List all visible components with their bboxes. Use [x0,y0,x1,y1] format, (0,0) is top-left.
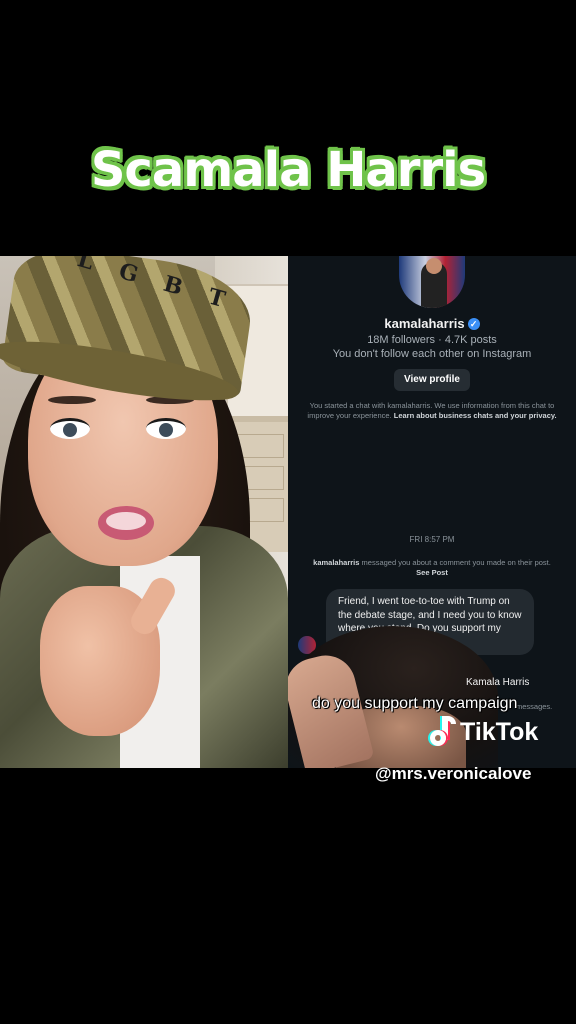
video-title-overlay: Scamala Harris [90,142,486,198]
tiktok-brand: TikTok [460,717,539,746]
profile-username[interactable]: kamalaharris ✓ [288,316,576,331]
verified-badge-icon: ✓ [467,318,480,330]
follow-status: You don't follow each other on Instagram [332,348,532,360]
context-text: messaged you about a comment you made on… [361,558,551,567]
mouth [98,506,154,540]
avatar-person-image [421,258,447,308]
profile-avatar[interactable] [399,256,465,308]
creator-handle: @mrs.veronicalove [375,764,532,783]
tiktok-logo-icon [428,716,456,748]
sender-name-fragment: Kamala Harris [466,677,530,688]
message-context-note: kamalaharris messaged you about a commen… [312,558,552,578]
context-username: kamalaharris [313,558,360,567]
view-profile-button[interactable]: View profile [394,369,470,391]
profile-stats: 18M followers · 4.7K posts [367,334,497,346]
message-timestamp: FRI 8:57 PM [409,535,455,544]
see-post-link[interactable]: See Post [416,568,448,577]
eye [146,418,186,439]
privacy-link[interactable]: Learn about business chats and your priv… [394,411,557,420]
eye [50,418,90,439]
messages-fragment: messages. [516,702,553,711]
chat-screenshot-panel: kamalaharris ✓ 18M followers · 4.7K posts… [288,256,576,768]
username-text: kamalaharris [384,316,465,331]
left-video-panel: L G B T [0,256,288,768]
cap-letters: L G B T [74,256,238,316]
tiktok-watermark: TikTok [428,716,538,748]
eyebrow [48,396,96,404]
chat-start-notice: You started a chat with kamalaharris. We… [298,401,566,421]
video-caption: do you support my campaign [312,695,518,712]
